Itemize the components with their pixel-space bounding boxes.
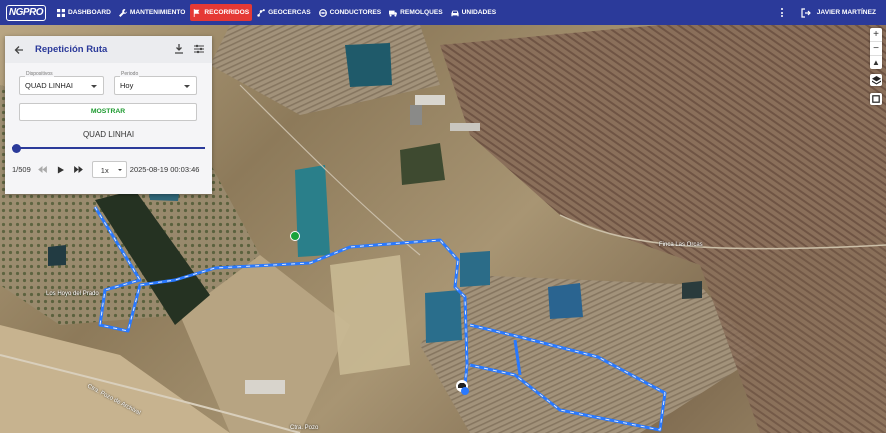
speed-select[interactable]: 1x xyxy=(91,161,127,178)
zoom-out-button[interactable]: − xyxy=(870,42,882,56)
period-select-label: Periodo xyxy=(120,71,140,77)
nav-mantenimiento[interactable]: MANTENIMIENTO xyxy=(116,4,189,21)
slider-thumb[interactable] xyxy=(12,144,21,153)
speed-value: 1x xyxy=(100,166,109,175)
logout-icon xyxy=(801,7,811,18)
reset-north-button[interactable]: ▲ xyxy=(870,56,882,69)
map-label-finca: Finca Las Orcas xyxy=(659,242,703,248)
fullscreen-icon xyxy=(872,95,880,103)
download-icon[interactable] xyxy=(174,44,184,54)
period-select[interactable]: Periodo Hoy xyxy=(114,71,197,95)
chevron-down-icon xyxy=(117,169,122,171)
chevron-down-icon xyxy=(91,85,97,88)
nav-conductores-label: CONDUCTORES xyxy=(329,9,382,16)
nav-remolques-label: REMOLQUES xyxy=(400,9,443,16)
zoom-controls: + − ▲ xyxy=(870,28,882,69)
layers-icon xyxy=(871,75,881,85)
device-select[interactable]: Dispositivos QUAD LINHAI xyxy=(19,71,104,95)
more-menu-icon[interactable] xyxy=(775,5,789,21)
start-marker-icon xyxy=(290,231,300,241)
device-select-label: Dispositivos xyxy=(25,71,54,77)
nav-geocercas-label: GEOCERCAS xyxy=(268,9,311,16)
nav-dashboard[interactable]: DASHBOARD xyxy=(54,4,114,21)
nav-recorridos-label: RECORRIDOS xyxy=(204,9,250,16)
top-navigation-bar: NGPRO DASHBOARD MANTENIMIENTO RECORRIDOS… xyxy=(0,0,886,25)
playback-timestamp: 2025-08-19 00:03:46 xyxy=(129,165,200,174)
slider-track xyxy=(12,147,205,149)
car-icon xyxy=(451,10,459,16)
show-button[interactable]: MOSTRAR xyxy=(19,103,197,121)
nav-recorridos[interactable]: RECORRIDOS xyxy=(190,4,253,21)
map-label-road2: Ctra. Pozo xyxy=(290,425,319,431)
playback-slider[interactable] xyxy=(12,144,205,153)
panel-title: Repetición Ruta xyxy=(35,44,108,55)
route-replay-panel: Repetición Ruta Dispositivos QUAD LINHAI… xyxy=(5,36,212,194)
trailer-icon xyxy=(389,10,398,17)
geofence-icon xyxy=(257,8,265,17)
period-select-value: Hoy xyxy=(120,81,134,90)
main-nav: DASHBOARD MANTENIMIENTO RECORRIDOS GEOCE… xyxy=(54,0,501,25)
back-arrow-icon[interactable] xyxy=(14,45,24,55)
map-label-hoya: Los Hoyo del Prado xyxy=(46,291,99,297)
dashboard-icon xyxy=(57,8,65,17)
zoom-in-button[interactable]: + xyxy=(870,28,882,42)
rewind-icon[interactable] xyxy=(37,164,49,176)
device-name-heading: QUAD LINHAI xyxy=(82,130,135,139)
chevron-down-icon xyxy=(184,85,190,88)
nav-dashboard-label: DASHBOARD xyxy=(68,9,111,16)
steering-wheel-icon xyxy=(318,8,327,17)
settings-sliders-icon[interactable] xyxy=(194,44,204,54)
nav-mantenimiento-label: MANTENIMIENTO xyxy=(129,9,186,16)
fast-forward-icon[interactable] xyxy=(73,164,85,176)
layers-button[interactable] xyxy=(870,74,882,86)
playback-controls: 1/509 1x 2025-08-19 00:03:46 xyxy=(12,161,212,178)
play-icon[interactable] xyxy=(55,164,67,176)
nav-remolques[interactable]: REMOLQUES xyxy=(386,4,446,21)
nav-conductores[interactable]: CONDUCTORES xyxy=(316,4,385,21)
fullscreen-button[interactable] xyxy=(870,93,882,105)
wrench-icon xyxy=(118,8,127,17)
nav-geocercas[interactable]: GEOCERCAS xyxy=(254,4,314,21)
user-name: JAVIER MARTÍNEZ xyxy=(816,9,876,16)
panel-header: Repetición Ruta xyxy=(5,36,212,63)
user-logout-button[interactable]: JAVIER MARTÍNEZ xyxy=(801,7,876,18)
app-logo[interactable]: NGPRO xyxy=(6,4,46,21)
nav-unidades[interactable]: UNIDADES xyxy=(448,4,499,21)
progress-counter: 1/509 xyxy=(12,165,31,174)
nav-unidades-label: UNIDADES xyxy=(461,9,497,16)
top-right-area: JAVIER MARTÍNEZ xyxy=(775,0,886,25)
flag-icon xyxy=(194,8,200,17)
device-select-value: QUAD LINHAI xyxy=(25,81,73,90)
